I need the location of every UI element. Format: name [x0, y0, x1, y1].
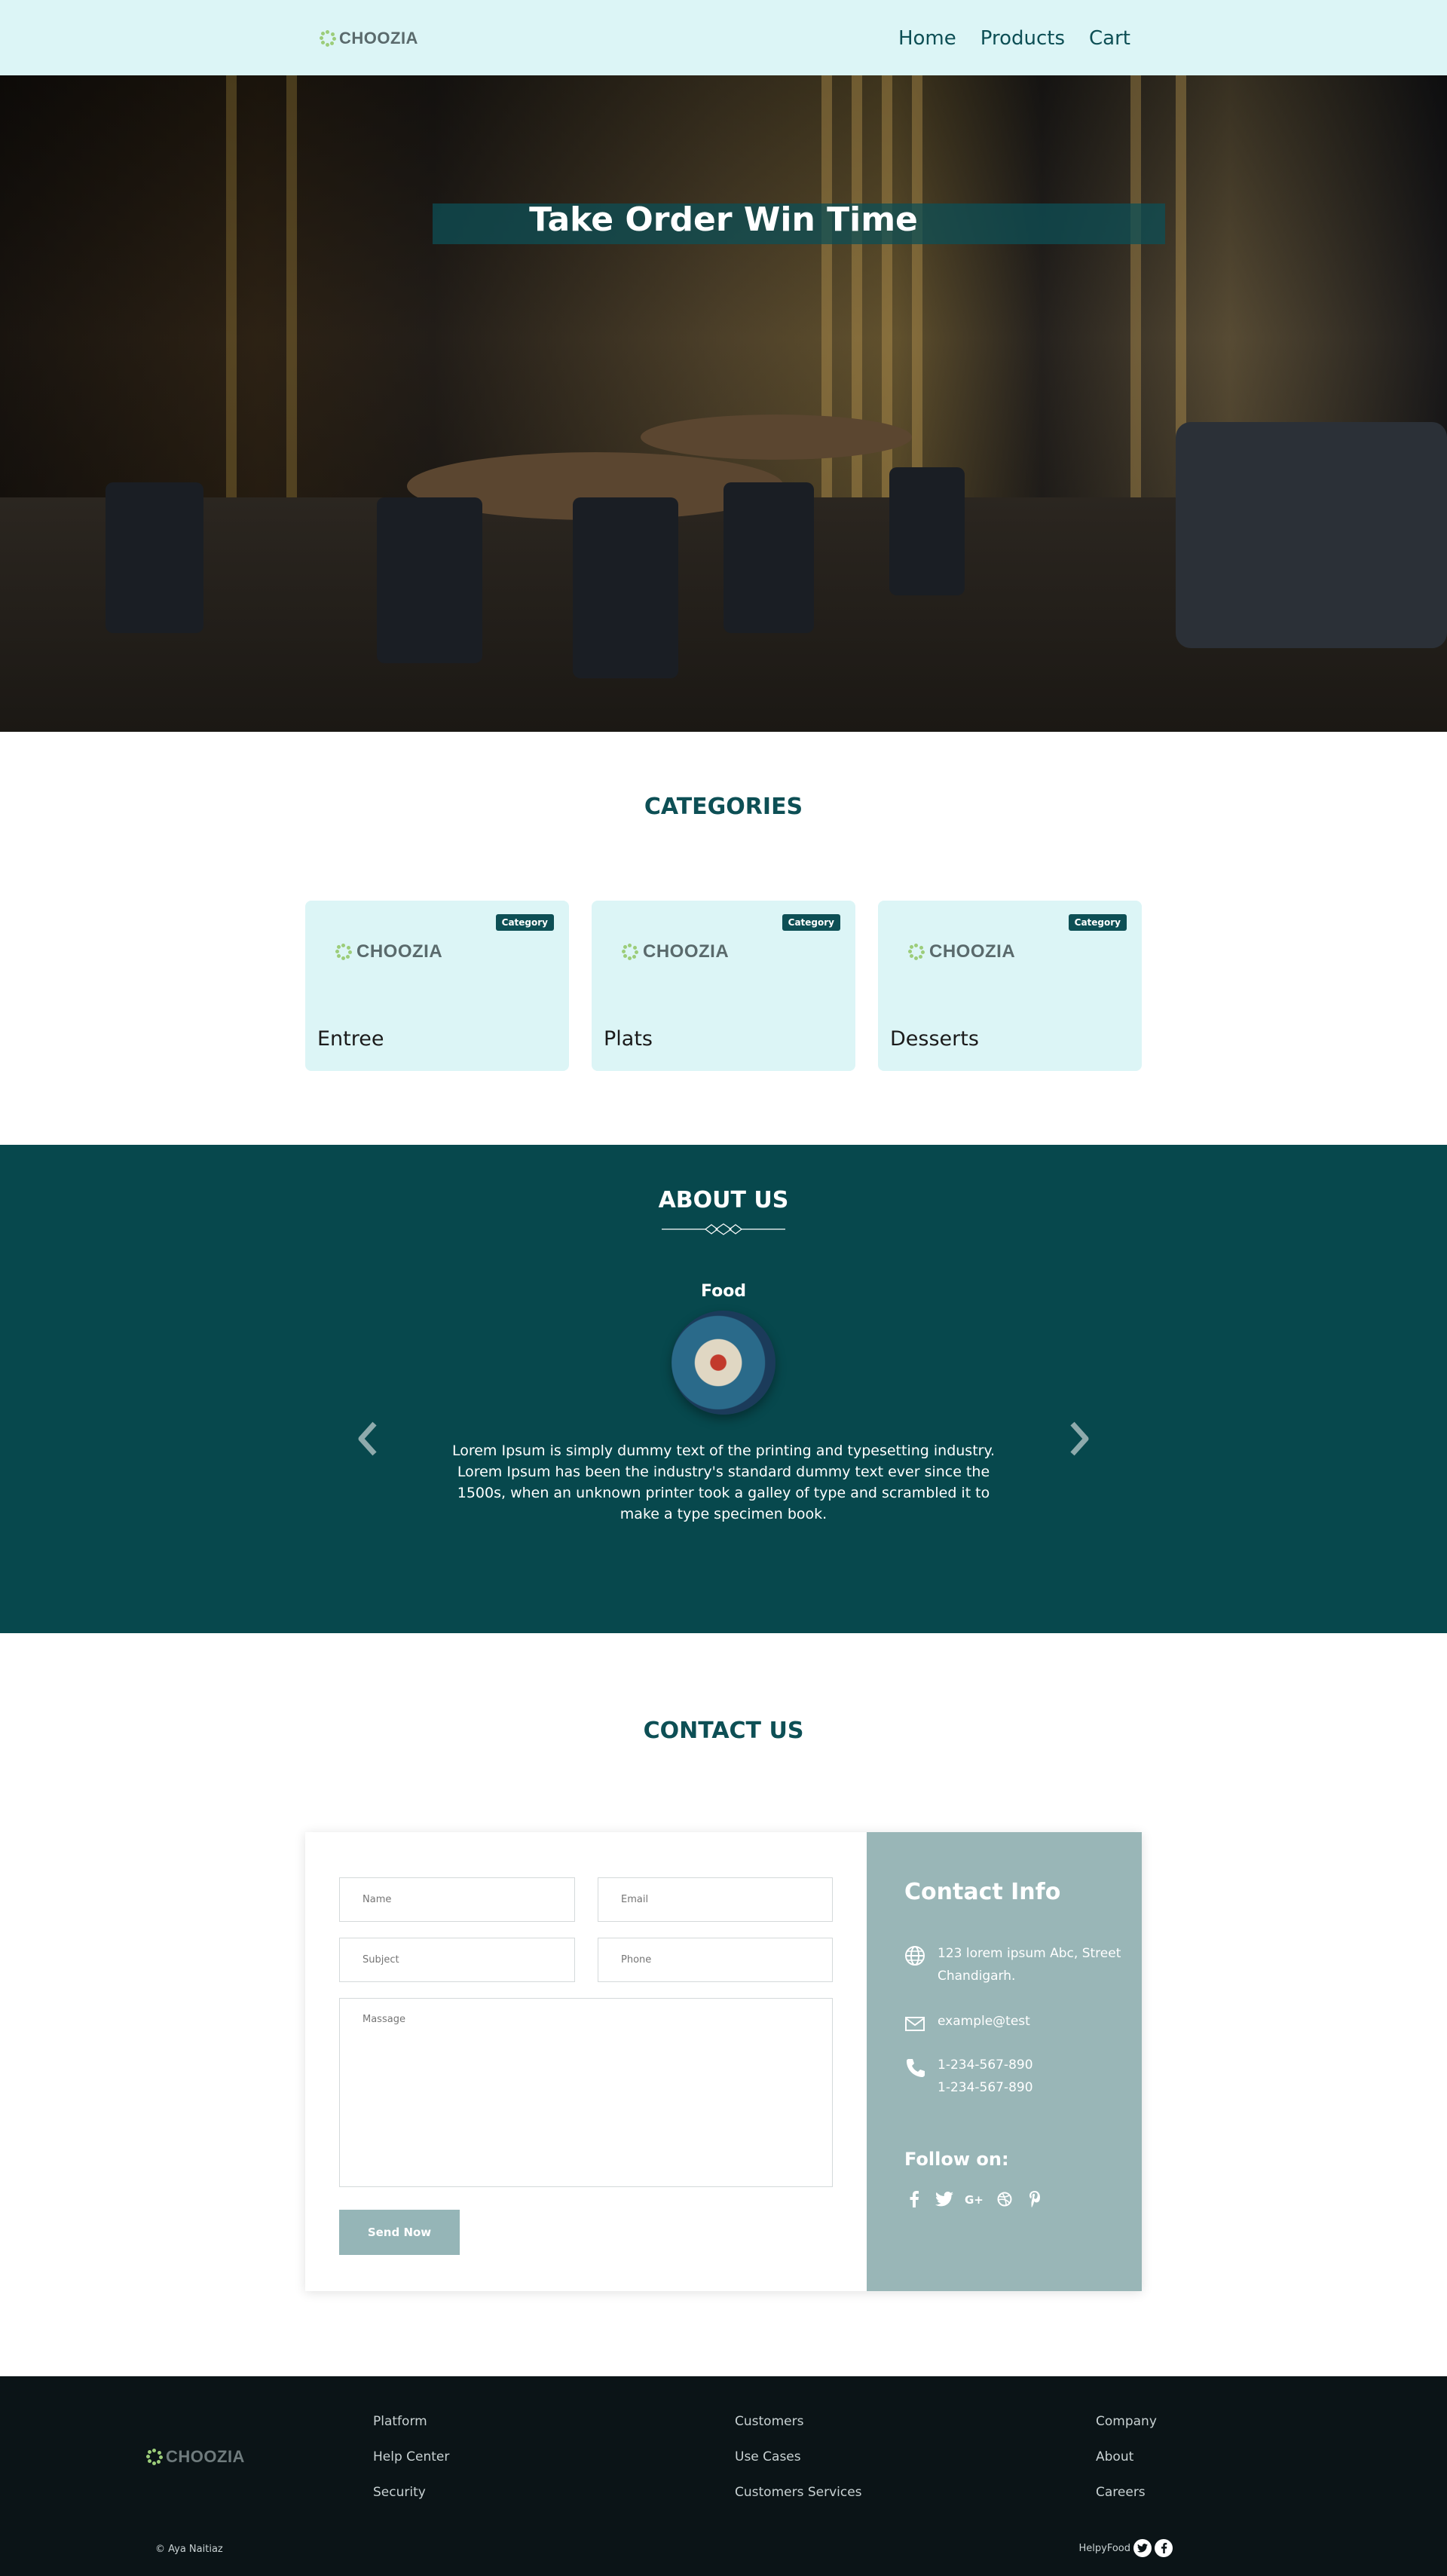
message-field[interactable]: [339, 1998, 833, 2187]
footer-link-help-center[interactable]: Help Center: [373, 2449, 449, 2465]
category-logo: CHOOZIA: [335, 941, 442, 962]
globe-icon: [905, 1946, 925, 1966]
footer-facebook-icon[interactable]: [1155, 2539, 1173, 2557]
category-badge: Category: [782, 914, 840, 931]
facebook-icon[interactable]: [904, 2189, 924, 2209]
footer-brand-logo[interactable]: CHOOZIA: [146, 2447, 245, 2467]
footer-link-careers[interactable]: Careers: [1096, 2485, 1157, 2501]
category-card-plats[interactable]: Category CHOOZIA Plats: [592, 901, 855, 1071]
footer-column-platform: Platform Help Center Security: [373, 2414, 449, 2501]
brand-name: CHOOZIA: [339, 29, 418, 47]
social-icons: G+: [904, 2189, 1045, 2209]
phone-field[interactable]: [598, 1938, 833, 1982]
contact-title: CONTACT US: [643, 1718, 804, 1744]
nav-products-link[interactable]: Products: [980, 27, 1065, 50]
footer-link-customers[interactable]: Customers: [735, 2414, 862, 2430]
phone-row: 1-234-567-890 1-234-567-890: [904, 2054, 1033, 2099]
footer-link-platform[interactable]: Platform: [373, 2414, 449, 2430]
footer-link-about[interactable]: About: [1096, 2449, 1157, 2465]
footer-link-security[interactable]: Security: [373, 2485, 449, 2501]
nav-home-link[interactable]: Home: [898, 27, 956, 50]
phone-icon: [907, 2059, 925, 2077]
phone-number-1: 1-234-567-890: [938, 2057, 1033, 2073]
contact-info-title: Contact Info: [904, 1879, 1061, 1905]
ornament-divider-icon: [662, 1223, 785, 1235]
svg-text:G+: G+: [965, 2193, 984, 2206]
footer-column-customers: Customers Use Cases Customers Services: [735, 2414, 862, 2501]
follow-title: Follow on:: [904, 2149, 1009, 2170]
address-row: 123 lorem ipsum Abc, Street Chandigarh.: [904, 1942, 1121, 1987]
footer-link-company[interactable]: Company: [1096, 2414, 1157, 2430]
copyright-text: © Aya Naitiaz: [155, 2544, 223, 2555]
footer-link-customers-services[interactable]: Customers Services: [735, 2485, 862, 2501]
slide-label: Food: [700, 1282, 747, 1301]
twitter-icon[interactable]: [935, 2189, 954, 2209]
navbar: CHOOZIA Home Products Cart: [0, 0, 1447, 75]
footer-brand-name: CHOOZIA: [166, 2447, 245, 2466]
category-name: Desserts: [890, 1027, 979, 1051]
address-line1: 123 lorem ipsum Abc, Street: [938, 1946, 1121, 1961]
food-image: [671, 1311, 776, 1415]
contact-info-panel: Contact Info 123 lorem ipsum Abc, Street…: [867, 1832, 1142, 2291]
category-logo-text: CHOOZIA: [356, 941, 443, 962]
subject-field[interactable]: [339, 1938, 575, 1982]
category-logo: CHOOZIA: [908, 941, 1015, 962]
category-card-desserts[interactable]: Category CHOOZIA Desserts: [878, 901, 1142, 1071]
footer-column-company: Company About Careers: [1096, 2414, 1157, 2501]
logo-ring-icon: [622, 944, 638, 960]
nav-cart-link[interactable]: Cart: [1089, 27, 1130, 50]
dribbble-icon[interactable]: [995, 2189, 1014, 2209]
category-name: Entree: [317, 1027, 384, 1051]
category-logo-text: CHOOZIA: [643, 941, 730, 962]
category-card-entree[interactable]: Category CHOOZIA Entree: [305, 901, 569, 1071]
category-logo-text: CHOOZIA: [929, 941, 1016, 962]
email-row: example@test: [904, 2010, 1030, 2034]
footer-link-use-cases[interactable]: Use Cases: [735, 2449, 862, 2465]
pinterest-icon[interactable]: [1025, 2189, 1045, 2209]
categories-title: CATEGORIES: [644, 794, 803, 820]
carousel-prev-icon[interactable]: [353, 1416, 384, 1461]
logo-ring-icon: [908, 944, 925, 960]
logo-ring-icon: [320, 30, 336, 47]
category-badge: Category: [495, 914, 554, 931]
email-field[interactable]: [598, 1877, 833, 1922]
footer-social: HelpyFood: [1078, 2539, 1173, 2557]
nav-links: Home Products Cart: [898, 27, 1130, 50]
name-field[interactable]: [339, 1877, 575, 1922]
about-section: ABOUT US Food Lorem Ipsum is simply dumm…: [0, 1145, 1447, 1633]
contact-email[interactable]: example@test: [938, 2010, 1030, 2034]
envelope-icon: [905, 2017, 925, 2031]
category-name: Plats: [604, 1027, 653, 1051]
brand-logo[interactable]: CHOOZIA: [320, 29, 418, 48]
contact-card: Send Now Contact Info 123 lorem ipsum Ab…: [305, 1832, 1142, 2291]
category-logo: CHOOZIA: [622, 941, 729, 962]
footer-twitter-icon[interactable]: [1133, 2539, 1152, 2557]
about-title: ABOUT US: [658, 1187, 789, 1213]
google-plus-icon[interactable]: G+: [965, 2189, 984, 2209]
about-text: Lorem Ipsum is simply dummy text of the …: [451, 1442, 996, 1522]
hero-banner: Take Order Win Time: [0, 75, 1447, 732]
hero-title: Take Order Win Time: [529, 200, 918, 239]
send-now-button[interactable]: Send Now: [339, 2210, 460, 2255]
logo-ring-icon: [146, 2449, 163, 2465]
footer: CHOOZIA Platform Help Center Security Cu…: [0, 2376, 1447, 2576]
address-line2: Chandigarh.: [938, 1969, 1016, 1984]
footer-right-label: HelpyFood: [1078, 2542, 1130, 2554]
phone-number-2: 1-234-567-890: [938, 2080, 1033, 2095]
carousel-next-icon[interactable]: [1063, 1416, 1094, 1461]
logo-ring-icon: [335, 944, 352, 960]
category-badge: Category: [1068, 914, 1127, 931]
